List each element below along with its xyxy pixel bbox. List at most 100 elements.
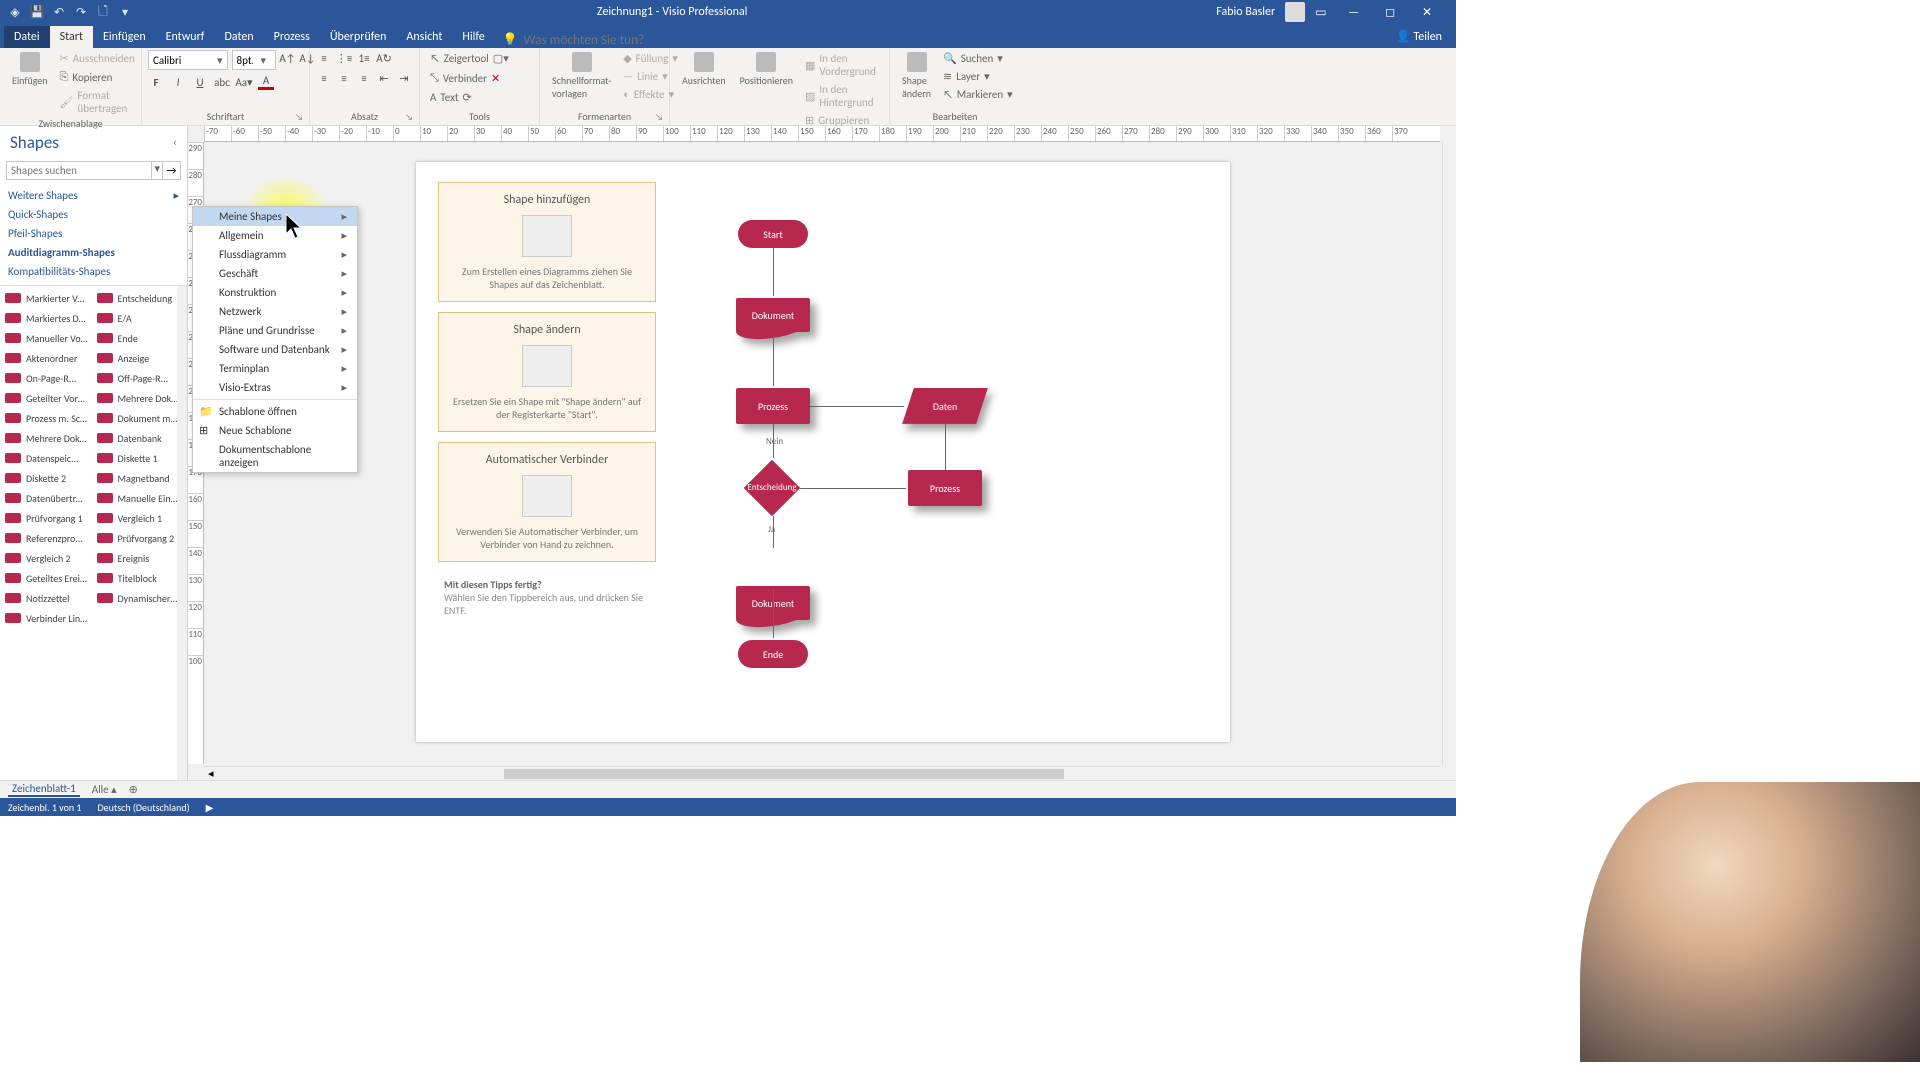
fc-entscheidung[interactable]: Entscheidung xyxy=(744,460,800,516)
status-language[interactable]: Deutsch (Deutschland) xyxy=(97,801,189,814)
menu-visio-extras[interactable]: Visio-Extras▸ xyxy=(193,378,357,397)
menu-flussdiagramm[interactable]: Flussdiagramm▸ xyxy=(193,245,357,264)
shape-item[interactable]: Diskette 2 xyxy=(2,470,94,486)
shape-item[interactable]: Datenspeic... xyxy=(2,450,94,466)
shape-scrollbar[interactable] xyxy=(177,286,187,780)
change-shape-button[interactable]: Shape ändern xyxy=(896,50,937,102)
shape-item[interactable]: Referenzpro... xyxy=(2,530,94,546)
tip-card-connector[interactable]: Automatischer Verbinder Verwenden Sie Au… xyxy=(438,442,656,562)
shape-item[interactable]: Prozess m. Schatten xyxy=(2,410,94,426)
fc-start[interactable]: Start xyxy=(738,220,808,248)
connector[interactable] xyxy=(773,336,774,386)
layer-button[interactable]: ≋Layer▾ xyxy=(939,68,1017,85)
shape-item[interactable]: Manuelle Eingabe xyxy=(94,490,186,506)
effects-button[interactable]: ◐Effekte▾ xyxy=(619,86,682,103)
shape-item[interactable]: On-Page-R... xyxy=(2,370,94,386)
shape-item[interactable]: Vergleich 1 xyxy=(94,510,186,526)
format-painter-button[interactable]: 🖌Format übertragen xyxy=(56,87,139,117)
tab-start[interactable]: Start xyxy=(50,26,93,48)
text-tool[interactable]: AText⟳ xyxy=(426,89,476,106)
position-button[interactable]: Positionieren xyxy=(734,50,799,89)
strike-button[interactable]: abc xyxy=(214,74,230,90)
tab-view[interactable]: Ansicht xyxy=(396,26,452,48)
shape-item[interactable]: Notizzettel xyxy=(2,590,94,606)
para-launcher-icon[interactable]: ↘ xyxy=(405,112,413,123)
close-button[interactable]: ✕ xyxy=(1410,5,1444,20)
display-options-icon[interactable]: ▭ xyxy=(1315,5,1326,20)
shape-item[interactable]: Verbinder Linie/Kurve xyxy=(2,610,94,626)
fc-dokument1[interactable]: Dokument xyxy=(736,298,810,332)
vertical-scrollbar[interactable] xyxy=(1442,142,1456,766)
shape-search-input[interactable] xyxy=(6,161,152,180)
page-tab-all[interactable]: Alle ▴ xyxy=(92,783,117,796)
connector[interactable] xyxy=(773,248,774,296)
save-icon[interactable]: 💾 xyxy=(30,5,44,19)
menu-terminplan[interactable]: Terminplan▸ xyxy=(193,359,357,378)
menu-doc-stencil[interactable]: Dokumentschablone anzeigen xyxy=(193,440,357,472)
search-go-button[interactable]: → xyxy=(163,161,181,180)
horizontal-scrollbar[interactable]: ◂ xyxy=(204,766,1440,780)
menu-konstruktion[interactable]: Konstruktion▸ xyxy=(193,283,357,302)
menu-new-stencil[interactable]: ⊞Neue Schablone xyxy=(193,421,357,440)
shape-item[interactable]: Prüfvorgang 1 xyxy=(2,510,94,526)
rotate-text-icon[interactable]: A↻ xyxy=(376,50,392,66)
tip-card-add[interactable]: Shape hinzufügen Zum Erstellen eines Dia… xyxy=(438,182,656,302)
shape-item[interactable]: Anzeige xyxy=(94,350,186,366)
tab-review[interactable]: Überprüfen xyxy=(320,26,397,48)
menu-open-stencil[interactable]: 📁Schablone öffnen xyxy=(193,402,357,421)
pointer-tool[interactable]: ↖Zeigertool▢▾ xyxy=(426,50,513,67)
connector[interactable] xyxy=(810,406,904,407)
fc-ende[interactable]: Ende xyxy=(738,640,808,668)
menu-geschaeft[interactable]: Geschäft▸ xyxy=(193,264,357,283)
connector[interactable] xyxy=(945,424,946,470)
shape-item[interactable]: Magnetband xyxy=(94,470,186,486)
tab-process[interactable]: Prozess xyxy=(264,26,320,48)
fc-daten[interactable]: Daten xyxy=(902,388,988,424)
undo-icon[interactable]: ↶ xyxy=(52,5,66,19)
quickstyles-button[interactable]: Schnellformat-vorlagen xyxy=(546,50,617,102)
tab-insert[interactable]: Einfügen xyxy=(93,26,156,48)
search-dropdown-icon[interactable]: ▾ xyxy=(152,161,163,180)
font-launcher-icon[interactable]: ↘ xyxy=(295,112,303,123)
shape-item[interactable] xyxy=(94,610,186,626)
shape-item[interactable]: Titelblock xyxy=(94,570,186,586)
redo-icon[interactable]: ↷ xyxy=(74,5,88,19)
copy-button[interactable]: ⎘Kopieren xyxy=(56,68,139,86)
collapse-pane-icon[interactable]: ‹ xyxy=(173,136,177,150)
tab-file[interactable]: Datei xyxy=(4,26,50,48)
shape-item[interactable]: Off-Page-R... xyxy=(94,370,186,386)
align-center-icon[interactable]: ≡ xyxy=(336,70,352,86)
shape-item[interactable]: Entscheidung xyxy=(94,290,186,306)
align-button[interactable]: Ausrichten xyxy=(676,50,732,89)
styles-launcher-icon[interactable]: ↘ xyxy=(655,112,663,123)
paste-button[interactable]: Einfügen xyxy=(6,50,54,89)
shape-item[interactable]: Dokument mit Linien xyxy=(94,410,186,426)
menu-allgemein[interactable]: Allgemein▸ xyxy=(193,226,357,245)
maximize-button[interactable]: ◻ xyxy=(1373,5,1407,20)
category-audit[interactable]: Auditdiagramm-Shapes xyxy=(6,243,181,262)
tab-help[interactable]: Hilfe xyxy=(452,26,494,48)
menu-software[interactable]: Software und Datenbank▸ xyxy=(193,340,357,359)
shape-item[interactable]: Markierter Vorgang xyxy=(2,290,94,306)
font-size-combo[interactable]: ▾ xyxy=(232,50,276,70)
shape-item[interactable]: Datenbank xyxy=(94,430,186,446)
shape-item[interactable]: Geteiltes Ereignis xyxy=(2,570,94,586)
cut-button[interactable]: ✂Ausschneiden xyxy=(56,50,139,67)
numbering-icon[interactable]: 1≡ xyxy=(356,50,372,66)
category-compat[interactable]: Kompatibilitäts-Shapes xyxy=(6,262,181,281)
bring-front-button[interactable]: ▦In den Vordergrund xyxy=(801,50,883,80)
fc-prozess2[interactable]: Prozess xyxy=(908,470,982,506)
connector[interactable] xyxy=(773,590,774,638)
align-left-icon[interactable]: ≡ xyxy=(316,70,332,86)
italic-button[interactable]: I xyxy=(170,74,186,90)
category-arrow[interactable]: Pfeil-Shapes xyxy=(6,224,181,243)
shape-item[interactable]: Manueller Vorgang xyxy=(2,330,94,346)
share-button[interactable]: 👤 Teilen xyxy=(1386,25,1452,48)
connector-tool[interactable]: ⤡Verbinder✕ xyxy=(426,69,504,87)
indent-dec-icon[interactable]: ⇤ xyxy=(376,70,392,86)
minimize-button[interactable]: — xyxy=(1337,6,1371,20)
shape-item[interactable]: Markiertes Dokument xyxy=(2,310,94,326)
macro-icon[interactable]: ▶ xyxy=(206,801,214,814)
avatar[interactable] xyxy=(1285,2,1305,22)
font-name-combo[interactable]: ▾ xyxy=(148,50,228,70)
